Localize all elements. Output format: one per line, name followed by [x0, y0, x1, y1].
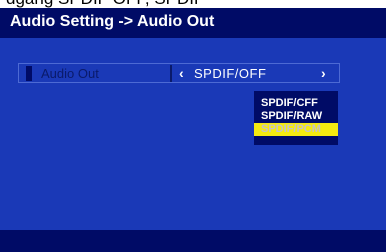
page-title: Audio Setting -> Audio Out — [10, 13, 215, 30]
chevron-left-icon[interactable]: ‹ — [179, 65, 184, 81]
option-spdif-raw[interactable]: SPDIF/RAW — [254, 110, 338, 123]
chevron-right-icon[interactable]: › — [321, 65, 326, 81]
osd-screen: Audio Setting -> Audio Out Audio Out ‹ S… — [0, 8, 386, 252]
option-spdif-cff[interactable]: SPDIF/CFF — [254, 97, 338, 110]
audio-out-setting-row[interactable]: Audio Out ‹ SPDIF/OFF › — [18, 63, 340, 83]
audio-out-dropdown: SPDIF/CFF SPDIF/RAW SPDIF/PCM — [254, 91, 338, 145]
option-spdif-pcm[interactable]: SPDIF/PCM — [254, 123, 338, 136]
setting-value: SPDIF/OFF — [194, 66, 267, 81]
caption-text: dgang SPDIF OFF, SPDIF — [6, 0, 204, 8]
setting-label: Audio Out — [41, 66, 99, 81]
row-divider — [170, 65, 172, 82]
bottom-bar — [0, 230, 386, 252]
title-bar: Audio Setting -> Audio Out — [0, 8, 386, 38]
caption-strip: dgang SPDIF OFF, SPDIF — [0, 0, 386, 8]
selection-marker — [26, 66, 32, 81]
